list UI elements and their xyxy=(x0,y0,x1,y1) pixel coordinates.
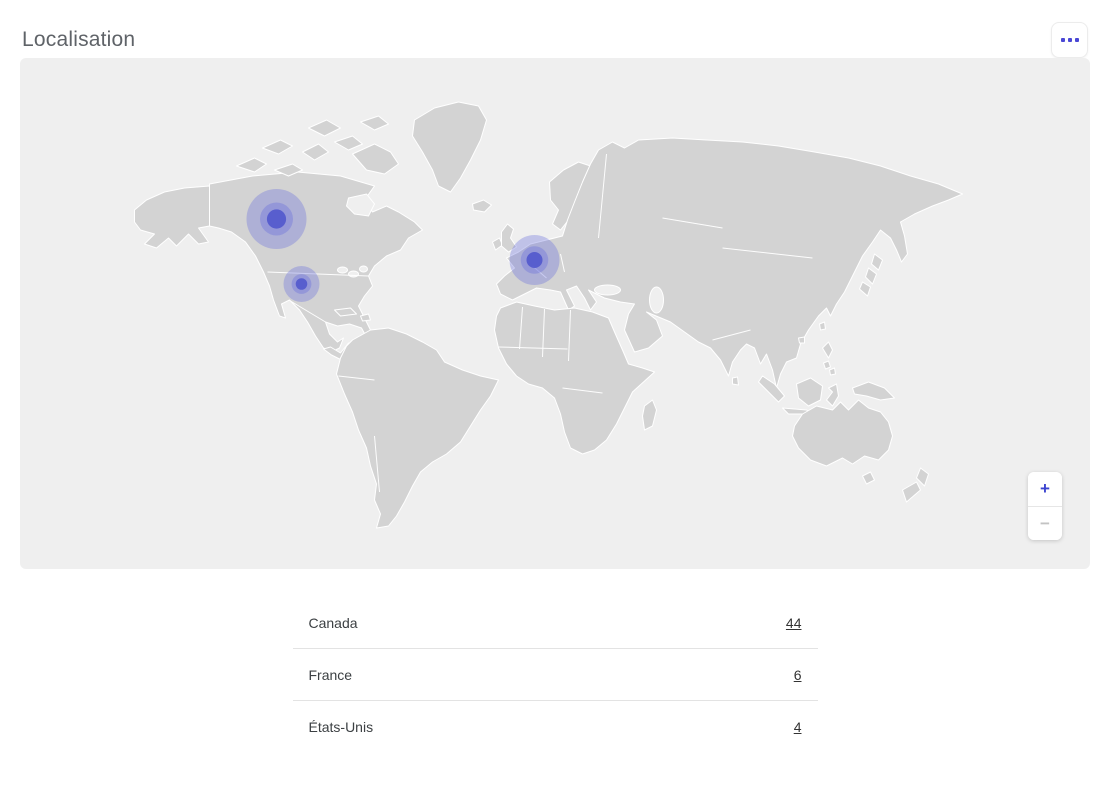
ellipsis-icon xyxy=(1061,38,1079,42)
country-label: États-Unis xyxy=(309,719,374,735)
table-row-etats-unis: États-Unis 4 xyxy=(293,701,818,753)
zoom-in-button[interactable]: + xyxy=(1028,472,1062,506)
more-options-button[interactable] xyxy=(1051,22,1088,58)
zoom-control: + − xyxy=(1028,472,1062,540)
location-table: Canada 44 France 6 États-Unis 4 xyxy=(293,597,818,753)
continents xyxy=(135,102,963,528)
country-label: France xyxy=(309,667,353,683)
widget-title: Localisation xyxy=(22,22,135,58)
world-map[interactable] xyxy=(20,58,1090,569)
count-link[interactable]: 44 xyxy=(786,615,802,631)
minus-icon: − xyxy=(1040,514,1050,533)
map-marker-canada[interactable] xyxy=(247,189,307,249)
map-marker-etats-unis[interactable] xyxy=(284,266,320,302)
plus-icon: + xyxy=(1040,479,1050,498)
country-label: Canada xyxy=(309,615,358,631)
zoom-out-button[interactable]: − xyxy=(1028,506,1062,540)
table-row-canada: Canada 44 xyxy=(293,597,818,649)
count-link[interactable]: 6 xyxy=(794,667,802,683)
map-panel: + − xyxy=(20,58,1090,569)
table-row-france: France 6 xyxy=(293,649,818,701)
count-link[interactable]: 4 xyxy=(794,719,802,735)
card-header: Localisation xyxy=(0,0,1110,58)
map-marker-france[interactable] xyxy=(510,235,560,285)
